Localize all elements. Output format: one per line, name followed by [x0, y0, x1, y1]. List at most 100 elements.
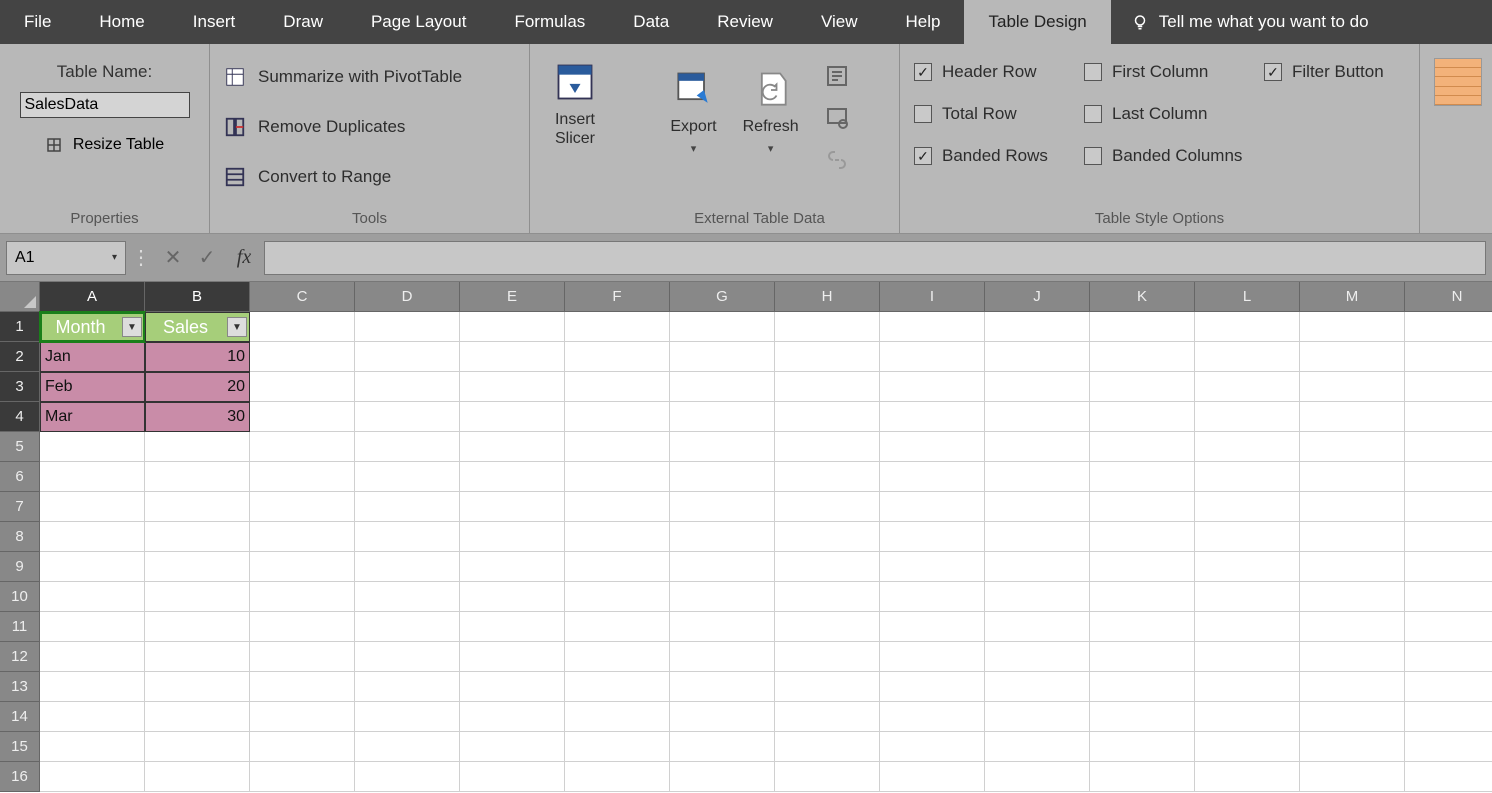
cell[interactable]	[145, 762, 250, 792]
cell[interactable]	[355, 522, 460, 552]
cell[interactable]	[880, 492, 985, 522]
cell[interactable]	[880, 342, 985, 372]
cell[interactable]	[1405, 552, 1492, 582]
cell[interactable]	[1405, 612, 1492, 642]
cell-B1[interactable]: Sales▼	[145, 312, 250, 342]
cell[interactable]	[880, 432, 985, 462]
cell[interactable]	[1405, 342, 1492, 372]
col-header[interactable]: F	[565, 282, 670, 312]
cell[interactable]	[1090, 762, 1195, 792]
cell[interactable]	[775, 312, 880, 342]
cell[interactable]	[775, 372, 880, 402]
cell[interactable]	[250, 312, 355, 342]
cell[interactable]	[880, 372, 985, 402]
cell[interactable]	[565, 372, 670, 402]
cell[interactable]	[250, 342, 355, 372]
export-button[interactable]: Export ▾	[670, 60, 716, 155]
cell[interactable]	[1300, 642, 1405, 672]
cancel-formula-button[interactable]: ✕	[156, 245, 190, 270]
tab-review[interactable]: Review	[693, 0, 797, 44]
cell[interactable]	[1300, 432, 1405, 462]
tab-page-layout[interactable]: Page Layout	[347, 0, 490, 44]
cell[interactable]	[145, 462, 250, 492]
summarize-pivot-button[interactable]: Summarize with PivotTable	[224, 52, 515, 102]
cell[interactable]	[460, 342, 565, 372]
resize-table-button[interactable]: Resize Table	[45, 136, 164, 154]
row-header[interactable]: 13	[0, 672, 40, 702]
cell[interactable]	[460, 312, 565, 342]
cell[interactable]	[1300, 582, 1405, 612]
cell[interactable]	[145, 492, 250, 522]
col-header[interactable]: K	[1090, 282, 1195, 312]
cell[interactable]	[1195, 732, 1300, 762]
cell[interactable]	[1090, 462, 1195, 492]
chk-last-column[interactable]: Last Column	[1084, 104, 1264, 124]
cell[interactable]	[1300, 732, 1405, 762]
cell[interactable]	[40, 702, 145, 732]
cell[interactable]	[1195, 762, 1300, 792]
cell[interactable]	[355, 492, 460, 522]
cell[interactable]	[145, 642, 250, 672]
row-header[interactable]: 10	[0, 582, 40, 612]
cell[interactable]	[985, 762, 1090, 792]
cell[interactable]	[1090, 522, 1195, 552]
grid[interactable]: A B C D E F G H I J K L M N Month▼ Sales…	[40, 282, 1492, 793]
cell[interactable]	[1090, 432, 1195, 462]
cell[interactable]	[1090, 312, 1195, 342]
cell[interactable]	[1090, 612, 1195, 642]
cell-A3[interactable]: Feb	[40, 372, 145, 402]
cell[interactable]	[1195, 312, 1300, 342]
col-header[interactable]: C	[250, 282, 355, 312]
cell[interactable]	[1405, 702, 1492, 732]
cell[interactable]	[880, 702, 985, 732]
chk-banded-rows[interactable]: Banded Rows	[914, 146, 1084, 166]
cell[interactable]	[460, 612, 565, 642]
cell[interactable]	[670, 432, 775, 462]
cell[interactable]	[460, 492, 565, 522]
cell[interactable]	[1405, 462, 1492, 492]
cell[interactable]	[1300, 372, 1405, 402]
cell[interactable]	[1300, 312, 1405, 342]
cell[interactable]	[1405, 402, 1492, 432]
cell[interactable]	[460, 762, 565, 792]
cell[interactable]	[1405, 762, 1492, 792]
cell[interactable]	[880, 462, 985, 492]
cell[interactable]	[460, 522, 565, 552]
cell[interactable]	[1195, 462, 1300, 492]
cell[interactable]	[565, 762, 670, 792]
cell[interactable]	[880, 762, 985, 792]
cell[interactable]	[670, 582, 775, 612]
cell[interactable]	[1195, 582, 1300, 612]
cell[interactable]	[355, 312, 460, 342]
cell[interactable]	[250, 762, 355, 792]
cell[interactable]	[355, 642, 460, 672]
cell[interactable]	[250, 522, 355, 552]
row-header[interactable]: 14	[0, 702, 40, 732]
cell[interactable]	[985, 642, 1090, 672]
cell[interactable]	[775, 672, 880, 702]
cell[interactable]	[1090, 582, 1195, 612]
cell[interactable]	[1300, 522, 1405, 552]
cell[interactable]	[250, 702, 355, 732]
cell[interactable]	[1195, 492, 1300, 522]
properties-icon[interactable]	[825, 64, 849, 88]
cell[interactable]	[145, 702, 250, 732]
cell[interactable]	[670, 372, 775, 402]
cell[interactable]	[775, 342, 880, 372]
cell[interactable]	[985, 672, 1090, 702]
cell[interactable]	[355, 702, 460, 732]
cell[interactable]	[880, 612, 985, 642]
cell[interactable]	[460, 372, 565, 402]
cell[interactable]	[775, 612, 880, 642]
cell[interactable]	[250, 372, 355, 402]
row-header[interactable]: 7	[0, 492, 40, 522]
cell[interactable]	[40, 672, 145, 702]
row-header[interactable]: 4	[0, 402, 40, 432]
cell[interactable]	[985, 612, 1090, 642]
cell[interactable]	[145, 612, 250, 642]
cell[interactable]	[250, 462, 355, 492]
tab-data[interactable]: Data	[609, 0, 693, 44]
cell[interactable]	[1300, 612, 1405, 642]
cell[interactable]	[985, 702, 1090, 732]
fx-icon[interactable]: fx	[224, 246, 264, 269]
